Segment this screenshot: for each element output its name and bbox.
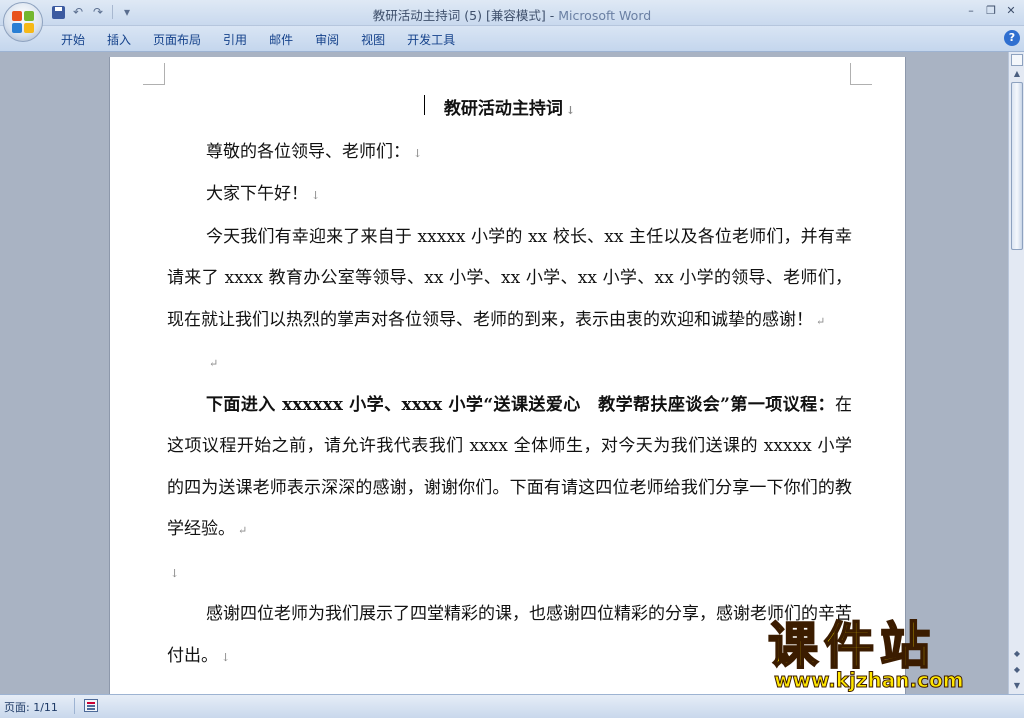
next-page-button[interactable]: ▼ xyxy=(1011,680,1023,692)
paragraph: 今天我们有幸迎来了来自于 xxxxx 小学的 xx 校长、xx 主任以及各位老师… xyxy=(167,217,852,343)
empty-paragraph: ↓ xyxy=(167,552,852,595)
view-ruler-button[interactable] xyxy=(1011,54,1023,66)
scroll-up-button[interactable]: ▲ xyxy=(1011,68,1023,80)
proofing-status-icon[interactable] xyxy=(84,699,98,712)
document-workspace[interactable]: 教研活动主持词 ↓ 尊敬的各位领导、老师们： ↓ 大家下午好！ ↓ 今天我们有幸迎来了… xyxy=(0,52,1008,694)
line-break-mark: ↓ xyxy=(311,189,321,202)
paragraph: 感谢四位老师为我们展示了四堂精彩的课，也感谢四位精彩的分享，感谢老师们的辛苦付出… xyxy=(167,594,852,678)
paragraph-text: 今天我们有幸迎来了来自于 xxxxx 小学的 xx 校长、xx 主任以及各位老师… xyxy=(167,226,852,330)
previous-page-button[interactable]: ◆ xyxy=(1011,648,1023,660)
status-divider xyxy=(74,698,75,714)
paragraph-bold-text: 下面进入 xxxxxx 小学、xxxx 小学“送课送爱心 教学帮扶座谈会”第一项… xyxy=(206,394,835,415)
paragraph: 大家下午好！ ↓ xyxy=(167,174,852,217)
tab-page-layout[interactable]: 页面布局 xyxy=(142,31,212,49)
document-title-text: 教研活动主持词 xyxy=(443,99,563,119)
paragraph-text: 尊敬的各位领导、老师们： xyxy=(206,141,410,162)
watermark-url: www.kjzhan.com xyxy=(774,668,965,693)
page-count-status[interactable]: 页面: 1/11 xyxy=(4,699,58,715)
title-separator: - xyxy=(545,8,559,23)
status-bar: 页面: 1/11 xyxy=(0,694,1024,718)
line-break-mark: ↓ xyxy=(170,566,180,580)
help-button[interactable]: ? xyxy=(1004,30,1020,46)
document-name: 教研活动主持词 (5) [兼容模式] xyxy=(372,8,546,23)
office-button[interactable] xyxy=(3,2,43,42)
line-break-mark: ↓ xyxy=(565,104,576,117)
restore-button[interactable]: ❐ xyxy=(982,2,1000,18)
tab-review[interactable]: 审阅 xyxy=(304,31,350,49)
empty-paragraph: ↵ xyxy=(167,342,852,385)
minimize-button[interactable]: – xyxy=(962,2,980,18)
line-break-mark: ↓ xyxy=(413,146,423,160)
tab-view[interactable]: 视图 xyxy=(350,31,396,49)
paragraph-text: 感谢四位老师为我们展示了四堂精彩的课，也感谢四位精彩的分享，感谢老师们的辛苦付出… xyxy=(167,604,852,666)
app-name: Microsoft Word xyxy=(558,8,652,23)
tab-home[interactable]: 开始 xyxy=(50,31,96,49)
paragraph-mark: ↵ xyxy=(209,357,219,370)
window-title: 教研活动主持词 (5) [兼容模式] - Microsoft Word xyxy=(0,5,1024,24)
tab-developer[interactable]: 开发工具 xyxy=(396,31,466,49)
document-page[interactable]: 教研活动主持词 ↓ 尊敬的各位领导、老师们： ↓ 大家下午好！ ↓ 今天我们有幸迎来了… xyxy=(110,57,905,694)
tab-references[interactable]: 引用 xyxy=(212,31,258,49)
margin-corner-mark xyxy=(143,63,165,85)
paragraph-mark: ↵ xyxy=(816,314,826,328)
watermark-logo: 课件站 www.kjzhan.com xyxy=(767,617,1000,694)
office-logo-icon xyxy=(12,11,34,33)
paragraph: 下面进入 xxxxxx 小学、xxxx 小学“送课送爱心 教学帮扶座谈会”第一项… xyxy=(167,385,852,552)
paragraph: 尊敬的各位领导、老师们： ↓ xyxy=(167,132,852,175)
ribbon-tab-bar: 开始 插入 页面布局 引用 邮件 审阅 视图 开发工具 ? xyxy=(0,26,1024,52)
window-controls: – ❐ ✕ xyxy=(962,2,1020,18)
document-title: 教研活动主持词 ↓ xyxy=(167,89,852,132)
ribbon-tabs: 开始 插入 页面布局 引用 邮件 审阅 视图 开发工具 xyxy=(50,31,466,49)
vertical-scrollbar[interactable]: ▲ ◆ ◆ ▼ xyxy=(1008,52,1024,694)
select-browse-object-button[interactable]: ◆ xyxy=(1011,664,1023,676)
title-bar: ↶ ↷ ▾ 教研活动主持词 (5) [兼容模式] - Microsoft Wor… xyxy=(0,0,1024,26)
margin-corner-mark xyxy=(850,63,872,85)
line-break-mark: ↓ xyxy=(221,650,231,664)
paragraph-text: 大家下午好！ xyxy=(206,184,308,204)
tab-mailings[interactable]: 邮件 xyxy=(258,31,304,49)
tab-insert[interactable]: 插入 xyxy=(96,31,142,49)
close-button[interactable]: ✕ xyxy=(1002,2,1020,18)
watermark-name: 课件站 xyxy=(767,617,936,675)
document-body[interactable]: 教研活动主持词 ↓ 尊敬的各位领导、老师们： ↓ 大家下午好！ ↓ 今天我们有幸迎来了… xyxy=(167,89,852,678)
paragraph-mark: ↵ xyxy=(238,524,248,537)
scroll-thumb[interactable] xyxy=(1011,82,1023,250)
paragraph-text: 在这项议程开始之前，请允许我代表我们 xxxx 全体师生，对今天为我们送课的 x… xyxy=(167,394,852,540)
